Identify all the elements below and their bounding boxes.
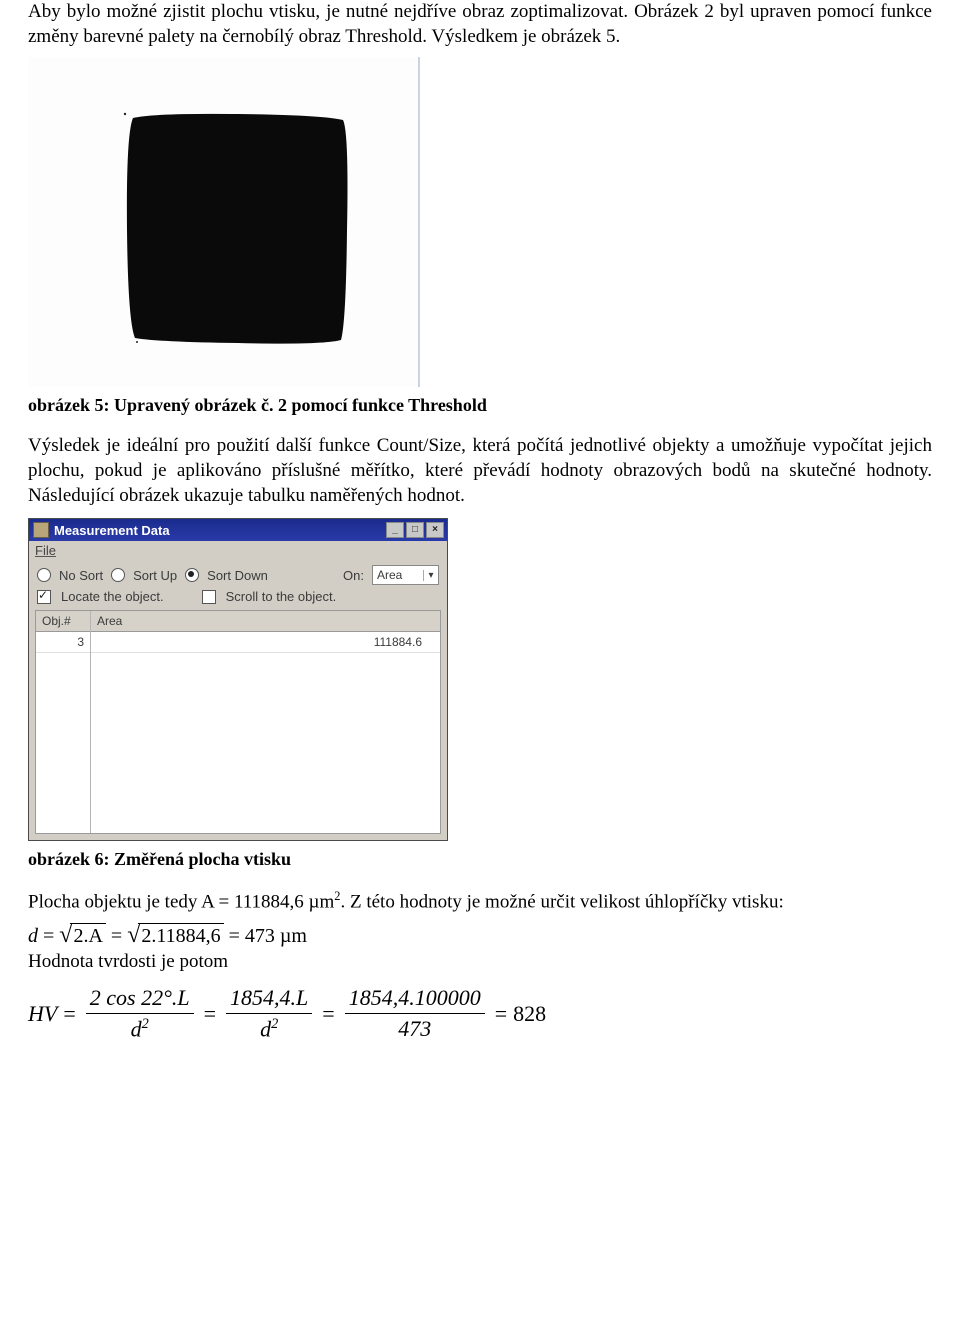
threshold-indent-shape bbox=[123, 112, 353, 347]
figure-5 bbox=[28, 57, 932, 387]
options-row: Locate the object. Scroll to the object. bbox=[29, 587, 447, 610]
radicand-val: 2.11884,6 bbox=[138, 923, 223, 948]
frac3-den: 473 bbox=[345, 1014, 485, 1042]
chevron-down-icon[interactable]: ▾ bbox=[423, 570, 438, 581]
figure-5-frame bbox=[28, 57, 420, 387]
minimize-button[interactable]: _ bbox=[386, 522, 404, 538]
cell-area[interactable]: 111884.6 bbox=[91, 632, 440, 653]
frac-1: 2 cos 22°.L d2 bbox=[86, 985, 194, 1042]
sqrt-2a: √ 2.A bbox=[59, 923, 106, 948]
var-hv: HV bbox=[28, 1001, 57, 1027]
menu-file[interactable]: File bbox=[35, 543, 56, 558]
label-locate: Locate the object. bbox=[61, 589, 164, 604]
window-title: Measurement Data bbox=[54, 523, 386, 538]
sort-row: No Sort Sort Up Sort Down On: Area ▾ bbox=[29, 562, 447, 587]
column-header-area[interactable]: Area bbox=[91, 611, 440, 632]
intro-paragraph: Aby bylo možné zjistit plochu vtisku, je… bbox=[28, 0, 932, 49]
area-text-a: Plocha objektu je tedy A = 111884,6 µm bbox=[28, 892, 334, 913]
frac3-num: 1854,4.100000 bbox=[345, 985, 485, 1014]
sort-on-combo[interactable]: Area ▾ bbox=[372, 565, 439, 585]
frac-3: 1854,4.100000 473 bbox=[345, 985, 485, 1042]
frac2-num: 1854,4.L bbox=[226, 985, 312, 1014]
var-d: d bbox=[28, 925, 38, 947]
frac-2: 1854,4.L d2 bbox=[226, 985, 312, 1042]
measurement-grid: Obj.# 3 Area 111884.6 bbox=[35, 610, 441, 834]
frac1-den-base: d bbox=[131, 1016, 142, 1041]
measurement-data-window: Measurement Data _ □ × File No Sort Sort… bbox=[28, 518, 448, 841]
column-header-objnum[interactable]: Obj.# bbox=[36, 611, 90, 632]
frac1-den-exp: 2 bbox=[142, 1016, 149, 1032]
paragraph-area-result: Plocha objektu je tedy A = 111884,6 µm2.… bbox=[28, 888, 932, 915]
label-sort-down: Sort Down bbox=[207, 568, 268, 583]
label-scroll: Scroll to the object. bbox=[226, 589, 337, 604]
figure-5-caption: obrázek 5: Upravený obrázek č. 2 pomocí … bbox=[28, 395, 932, 416]
radicand-2a: 2.A bbox=[70, 923, 105, 948]
close-button[interactable]: × bbox=[426, 522, 444, 538]
frac2-den-exp: 2 bbox=[271, 1016, 278, 1032]
window-icon bbox=[33, 522, 49, 538]
radio-sort-up[interactable] bbox=[111, 568, 125, 582]
radio-sort-down[interactable] bbox=[185, 568, 199, 582]
checkbox-scroll[interactable] bbox=[202, 590, 216, 604]
paragraph-hardness: Hodnota tvrdosti je potom bbox=[28, 950, 932, 975]
area-text-b: . Z této hodnoty je možné určit velikost… bbox=[340, 892, 783, 913]
sqrt-val: √ 2.11884,6 bbox=[127, 923, 223, 948]
maximize-button[interactable]: □ bbox=[406, 522, 424, 538]
window-titlebar[interactable]: Measurement Data _ □ × bbox=[29, 519, 447, 541]
frac1-den: d2 bbox=[86, 1014, 194, 1042]
cell-objnum[interactable]: 3 bbox=[36, 632, 90, 653]
checkbox-locate[interactable] bbox=[37, 590, 51, 604]
formula-diagonal: d = √ 2.A = √ 2.11884,6 = 473 µm bbox=[28, 923, 932, 948]
label-sort-up: Sort Up bbox=[133, 568, 177, 583]
frac2-den-base: d bbox=[260, 1016, 271, 1041]
sort-on-value: Area bbox=[377, 568, 423, 582]
radio-no-sort[interactable] bbox=[37, 568, 51, 582]
hv-result: 828 bbox=[513, 1001, 546, 1027]
figure-6-caption: obrázek 6: Změřená plocha vtisku bbox=[28, 849, 932, 870]
label-on: On: bbox=[343, 568, 364, 583]
formula-hv: HV = 2 cos 22°.L d2 = 1854,4.L d2 = 1854… bbox=[28, 985, 932, 1042]
frac1-num: 2 cos 22°.L bbox=[86, 985, 194, 1014]
d-result: 473 µm bbox=[245, 925, 307, 947]
frac2-den: d2 bbox=[226, 1014, 312, 1042]
menu-bar[interactable]: File bbox=[29, 541, 447, 562]
label-no-sort: No Sort bbox=[59, 568, 103, 583]
paragraph-count-size: Výsledek je ideální pro použití další fu… bbox=[28, 434, 932, 508]
